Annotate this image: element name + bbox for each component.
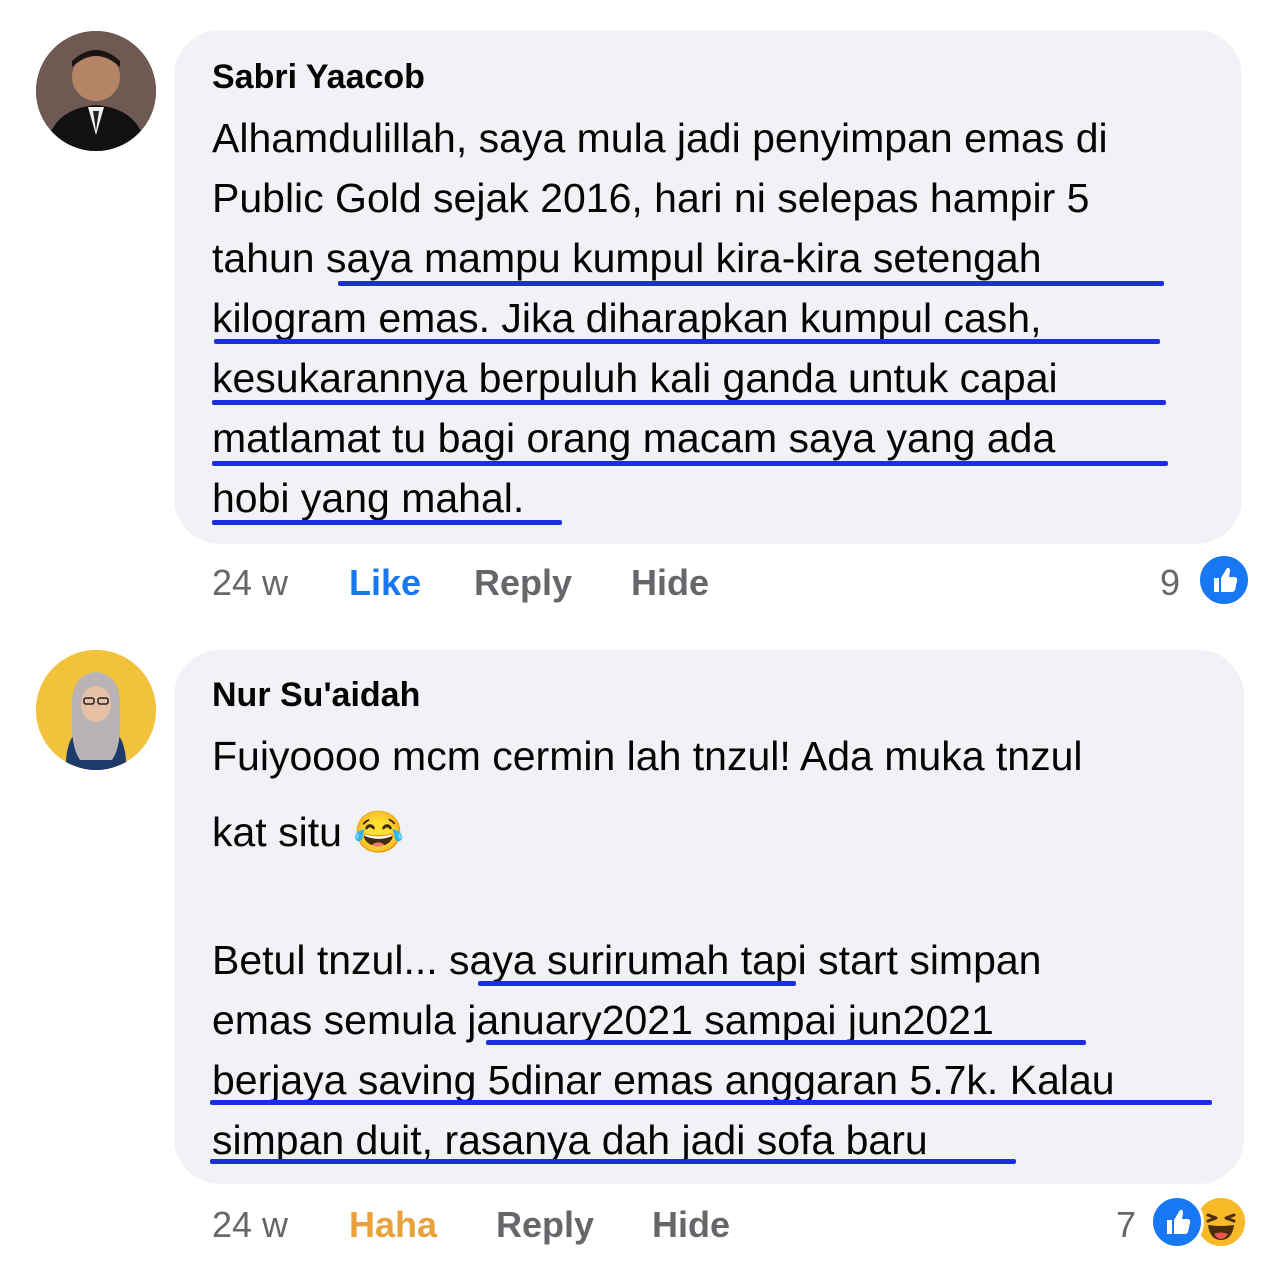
comment-author[interactable]: Sabri Yaacob bbox=[212, 58, 425, 97]
thumbs-up-icon bbox=[1214, 567, 1238, 592]
comment-text-segment: kat situ 😂 bbox=[212, 809, 405, 855]
underline-mark bbox=[212, 520, 562, 525]
highlighted-text-segment: january2021 sampai jun2021 bbox=[467, 997, 994, 1043]
highlighted-text-line: simpan duit, rasanya dah jadi sofa baru bbox=[212, 1117, 928, 1163]
comment-text-line: kat situ 😂 bbox=[212, 808, 404, 856]
underline-mark bbox=[214, 339, 1160, 344]
comment-text-line: Public Gold sejak 2016, hari ni selepas … bbox=[212, 175, 1090, 221]
underline-mark bbox=[212, 400, 1166, 405]
like-icon[interactable] bbox=[1197, 553, 1251, 607]
comment-timestamp[interactable]: 24 w bbox=[212, 562, 288, 604]
highlighted-text-line: berjaya saving 5dinar emas anggaran 5.7k… bbox=[212, 1057, 1115, 1103]
underline-mark bbox=[210, 1159, 1016, 1164]
comment-text-line: Betul tnzul... saya surirumah tapi start… bbox=[212, 936, 1041, 984]
avatar-photo bbox=[36, 650, 156, 770]
haha-reaction-button[interactable]: Haha bbox=[349, 1204, 437, 1246]
hide-button[interactable]: Hide bbox=[631, 562, 709, 604]
laughing-face-icon bbox=[1197, 1198, 1245, 1246]
underline-mark bbox=[478, 981, 796, 986]
comment-text-segment: emas semula bbox=[212, 997, 468, 1043]
reply-button[interactable]: Reply bbox=[474, 562, 572, 604]
highlighted-text-segment: saya mampu kumpul kira-kira setengah bbox=[326, 235, 1042, 281]
comment-author[interactable]: Nur Su'aidah bbox=[212, 676, 420, 715]
comment-text-line: Fuiyoooo mcm cermin lah tnzul! Ada muka … bbox=[212, 733, 1083, 779]
thumbs-up-icon bbox=[1167, 1209, 1191, 1234]
comment-bubble bbox=[174, 30, 1242, 544]
highlighted-text-line: kilogram emas. Jika diharapkan kumpul ca… bbox=[212, 295, 1042, 341]
like-icon[interactable] bbox=[1150, 1195, 1204, 1249]
like-button[interactable]: Like bbox=[349, 562, 421, 604]
highlighted-text-line: hobi yang mahal. bbox=[212, 475, 525, 521]
comment-text-segment: tahun bbox=[212, 235, 326, 281]
reaction-count[interactable]: 9 bbox=[1160, 562, 1180, 604]
reply-button[interactable]: Reply bbox=[496, 1204, 594, 1246]
avatar-photo bbox=[36, 31, 156, 151]
comment-text-segment: tapi start simpan bbox=[729, 937, 1042, 983]
hide-button[interactable]: Hide bbox=[652, 1204, 730, 1246]
highlighted-text-line: matlamat tu bagi orang macam saya yang a… bbox=[212, 415, 1056, 461]
comment-timestamp[interactable]: 24 w bbox=[212, 1204, 288, 1246]
highlighted-text-segment: saya surirumah bbox=[449, 937, 730, 983]
comment-text-segment: Betul tnzul... bbox=[212, 937, 450, 983]
highlighted-text-line: kesukarannya berpuluh kali ganda untuk c… bbox=[212, 355, 1058, 401]
avatar-sabri-yaacob[interactable] bbox=[36, 31, 156, 151]
comment-text-line: emas semula january2021 sampai jun2021 bbox=[212, 996, 994, 1044]
underline-mark bbox=[338, 281, 1164, 286]
reaction-count[interactable]: 7 bbox=[1116, 1204, 1136, 1246]
underline-mark bbox=[210, 1100, 1212, 1105]
comment-text-line: tahun saya mampu kumpul kira-kira seteng… bbox=[212, 234, 1042, 282]
avatar-nur-suaidah[interactable] bbox=[36, 650, 156, 770]
comment-text-line: Alhamdulillah, saya mula jadi penyimpan … bbox=[212, 115, 1108, 161]
underline-mark bbox=[486, 1040, 1086, 1045]
underline-mark bbox=[212, 461, 1168, 466]
